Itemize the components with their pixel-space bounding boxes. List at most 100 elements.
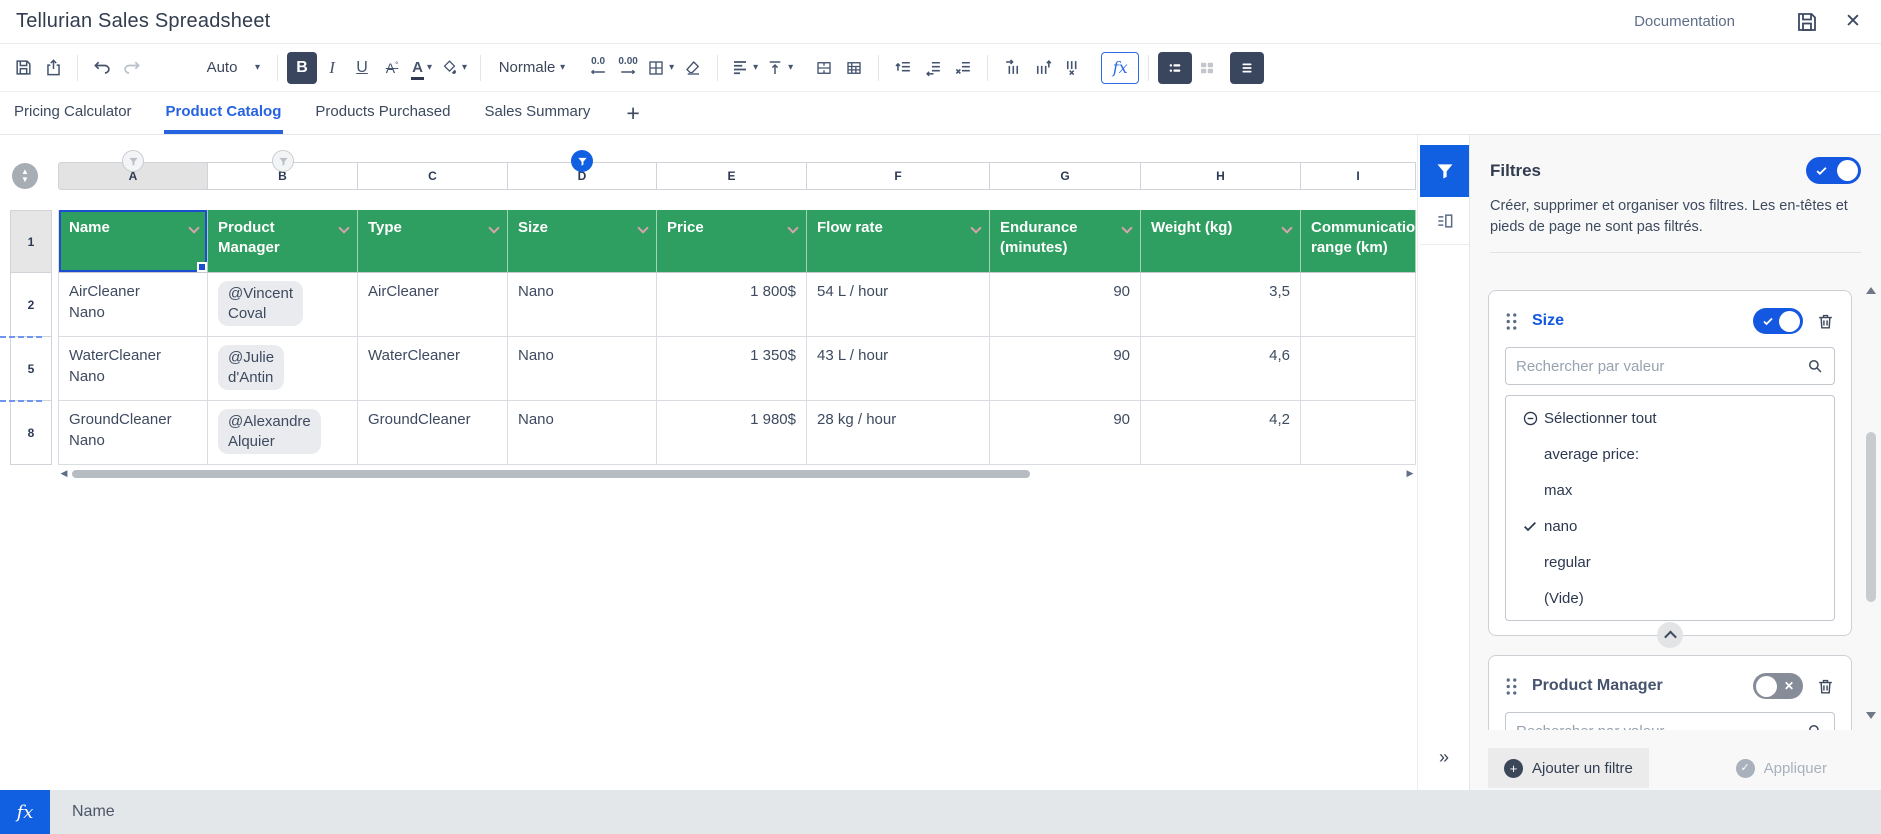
close-icon[interactable]: ✕ — [1839, 8, 1867, 36]
option-select-all[interactable]: Sélectionner tout — [1506, 400, 1834, 436]
save-button[interactable] — [8, 52, 38, 84]
tab-product-catalog[interactable]: Product Catalog — [164, 92, 284, 134]
cell-d2[interactable]: Nano — [508, 273, 657, 337]
header-cell-communication-range[interactable]: Communication range (km) — [1301, 210, 1416, 273]
cell-f8[interactable]: 28 kg / hour — [807, 401, 990, 465]
header-dropdown-icon[interactable] — [1121, 222, 1132, 233]
size-search-input[interactable] — [1506, 358, 1806, 375]
cell-g2[interactable]: 90 — [990, 273, 1141, 337]
cell-i2[interactable] — [1301, 273, 1416, 337]
insert-function-button[interactable]: fx — [1101, 52, 1139, 84]
undo-button[interactable] — [87, 52, 117, 84]
view-list-button[interactable] — [1230, 52, 1264, 84]
column-b-filter-icon[interactable] — [272, 150, 294, 172]
cell-h5[interactable]: 4,6 — [1141, 337, 1301, 401]
header-cell-name[interactable]: Name — [58, 210, 208, 273]
fx-icon[interactable]: fx — [0, 790, 50, 834]
scrollbar-thumb[interactable] — [72, 470, 1030, 478]
cell-f2[interactable]: 54 L / hour — [807, 273, 990, 337]
drag-handle-icon[interactable] — [1505, 312, 1518, 331]
column-header-c[interactable]: C — [358, 162, 508, 190]
view-cards-button[interactable] — [1192, 52, 1222, 84]
borders-button[interactable]: ▾ — [643, 52, 678, 84]
person-chip[interactable]: @Vincent Coval — [218, 281, 303, 326]
tab-sales-summary[interactable]: Sales Summary — [482, 92, 592, 134]
header-cell-product-manager[interactable]: Product Manager — [208, 210, 358, 273]
redo-button[interactable] — [117, 52, 147, 84]
header-dropdown-icon[interactable] — [1281, 222, 1292, 233]
cell-a2[interactable]: AirCleaner Nano — [58, 273, 208, 337]
cell-c2[interactable]: AirCleaner — [358, 273, 508, 337]
column-header-i[interactable]: I — [1301, 162, 1416, 190]
header-dropdown-icon[interactable] — [637, 222, 648, 233]
row-header-8[interactable]: 8 — [10, 401, 52, 465]
header-cell-weight[interactable]: Weight (kg) — [1141, 210, 1301, 273]
size-filter-toggle[interactable] — [1753, 308, 1803, 334]
cell-d5[interactable]: Nano — [508, 337, 657, 401]
option-nano[interactable]: nano — [1506, 508, 1834, 544]
row-header-2[interactable]: 2 — [10, 273, 52, 337]
header-dropdown-icon[interactable] — [787, 222, 798, 233]
fill-color-button[interactable]: ▾ — [437, 52, 471, 84]
panel-scroll-down-icon[interactable] — [1866, 712, 1878, 722]
cell-f5[interactable]: 43 L / hour — [807, 337, 990, 401]
tab-pricing-calculator[interactable]: Pricing Calculator — [12, 92, 134, 134]
delete-row-button[interactable] — [948, 52, 978, 84]
cell-h8[interactable]: 4,2 — [1141, 401, 1301, 465]
document-title[interactable]: Tellurian Sales Spreadsheet — [16, 10, 270, 33]
delete-column-button[interactable] — [1057, 52, 1087, 84]
insert-row-above-button[interactable] — [888, 52, 918, 84]
documentation-link[interactable]: Documentation — [1634, 13, 1735, 30]
decrease-decimal-button[interactable]: 0.0⟵ — [583, 52, 613, 84]
header-dropdown-icon[interactable] — [188, 222, 199, 233]
cell-b2[interactable]: @Vincent Coval — [208, 273, 358, 337]
row-header-5[interactable]: 5 — [10, 337, 52, 401]
panel-scroll-up-icon[interactable] — [1866, 287, 1878, 297]
cell-c8[interactable]: GroundCleaner — [358, 401, 508, 465]
share-button[interactable] — [38, 52, 68, 84]
filters-master-toggle[interactable] — [1806, 157, 1861, 184]
panel-scrollbar-thumb[interactable] — [1866, 432, 1876, 602]
search-icon[interactable] — [1806, 357, 1824, 375]
cell-a5[interactable]: WaterCleaner Nano — [58, 337, 208, 401]
add-sheet-button[interactable]: + — [622, 92, 643, 134]
cell-a8[interactable]: GroundCleaner Nano — [58, 401, 208, 465]
cell-i5[interactable] — [1301, 337, 1416, 401]
person-chip[interactable]: @Julie d'Antin — [218, 345, 284, 390]
cell-c5[interactable]: WaterCleaner — [358, 337, 508, 401]
horizontal-align-button[interactable]: ▾ — [727, 52, 762, 84]
font-size-dropdown[interactable]: Auto ▾ — [185, 52, 268, 84]
header-cell-type[interactable]: Type — [358, 210, 508, 273]
fill-handle[interactable] — [197, 262, 207, 272]
vertical-align-button[interactable]: ▾ — [762, 52, 797, 84]
save-icon[interactable] — [1793, 8, 1821, 36]
column-header-g[interactable]: G — [990, 162, 1141, 190]
drag-handle-icon[interactable] — [1505, 677, 1518, 696]
merge-across-button[interactable] — [839, 52, 869, 84]
option-max[interactable]: max — [1506, 472, 1834, 508]
merge-cells-button[interactable] — [809, 52, 839, 84]
font-color-button[interactable]: A▾ — [407, 52, 437, 84]
cell-e8[interactable]: 1 980$ — [657, 401, 807, 465]
header-dropdown-icon[interactable] — [970, 222, 981, 233]
number-format-dropdown[interactable]: Normale ▾ — [490, 52, 573, 84]
insert-column-left-button[interactable] — [997, 52, 1027, 84]
trash-icon[interactable] — [1816, 677, 1835, 696]
cell-d8[interactable]: Nano — [508, 401, 657, 465]
collapse-card-button[interactable] — [1657, 622, 1683, 648]
select-all-icon[interactable]: ▲▼ — [12, 163, 38, 189]
apply-button[interactable]: ✓ Appliquer — [1728, 748, 1835, 788]
scrollbar-track[interactable] — [70, 467, 1404, 480]
insert-row-below-button[interactable] — [918, 52, 948, 84]
product-manager-filter-toggle[interactable]: ✕ — [1753, 673, 1803, 699]
collapse-panel-icon[interactable]: » — [1418, 747, 1470, 768]
clear-formatting-button[interactable] — [678, 52, 708, 84]
view-grid-button[interactable] — [1158, 52, 1192, 84]
option-average-price[interactable]: average price: — [1506, 436, 1834, 472]
strikethrough-button[interactable]: A° — [377, 52, 407, 84]
formula-bar-value[interactable]: Name — [72, 790, 115, 834]
cell-g5[interactable]: 90 — [990, 337, 1141, 401]
cell-i8[interactable] — [1301, 401, 1416, 465]
column-header-e[interactable]: E — [657, 162, 807, 190]
insert-column-right-button[interactable] — [1027, 52, 1057, 84]
